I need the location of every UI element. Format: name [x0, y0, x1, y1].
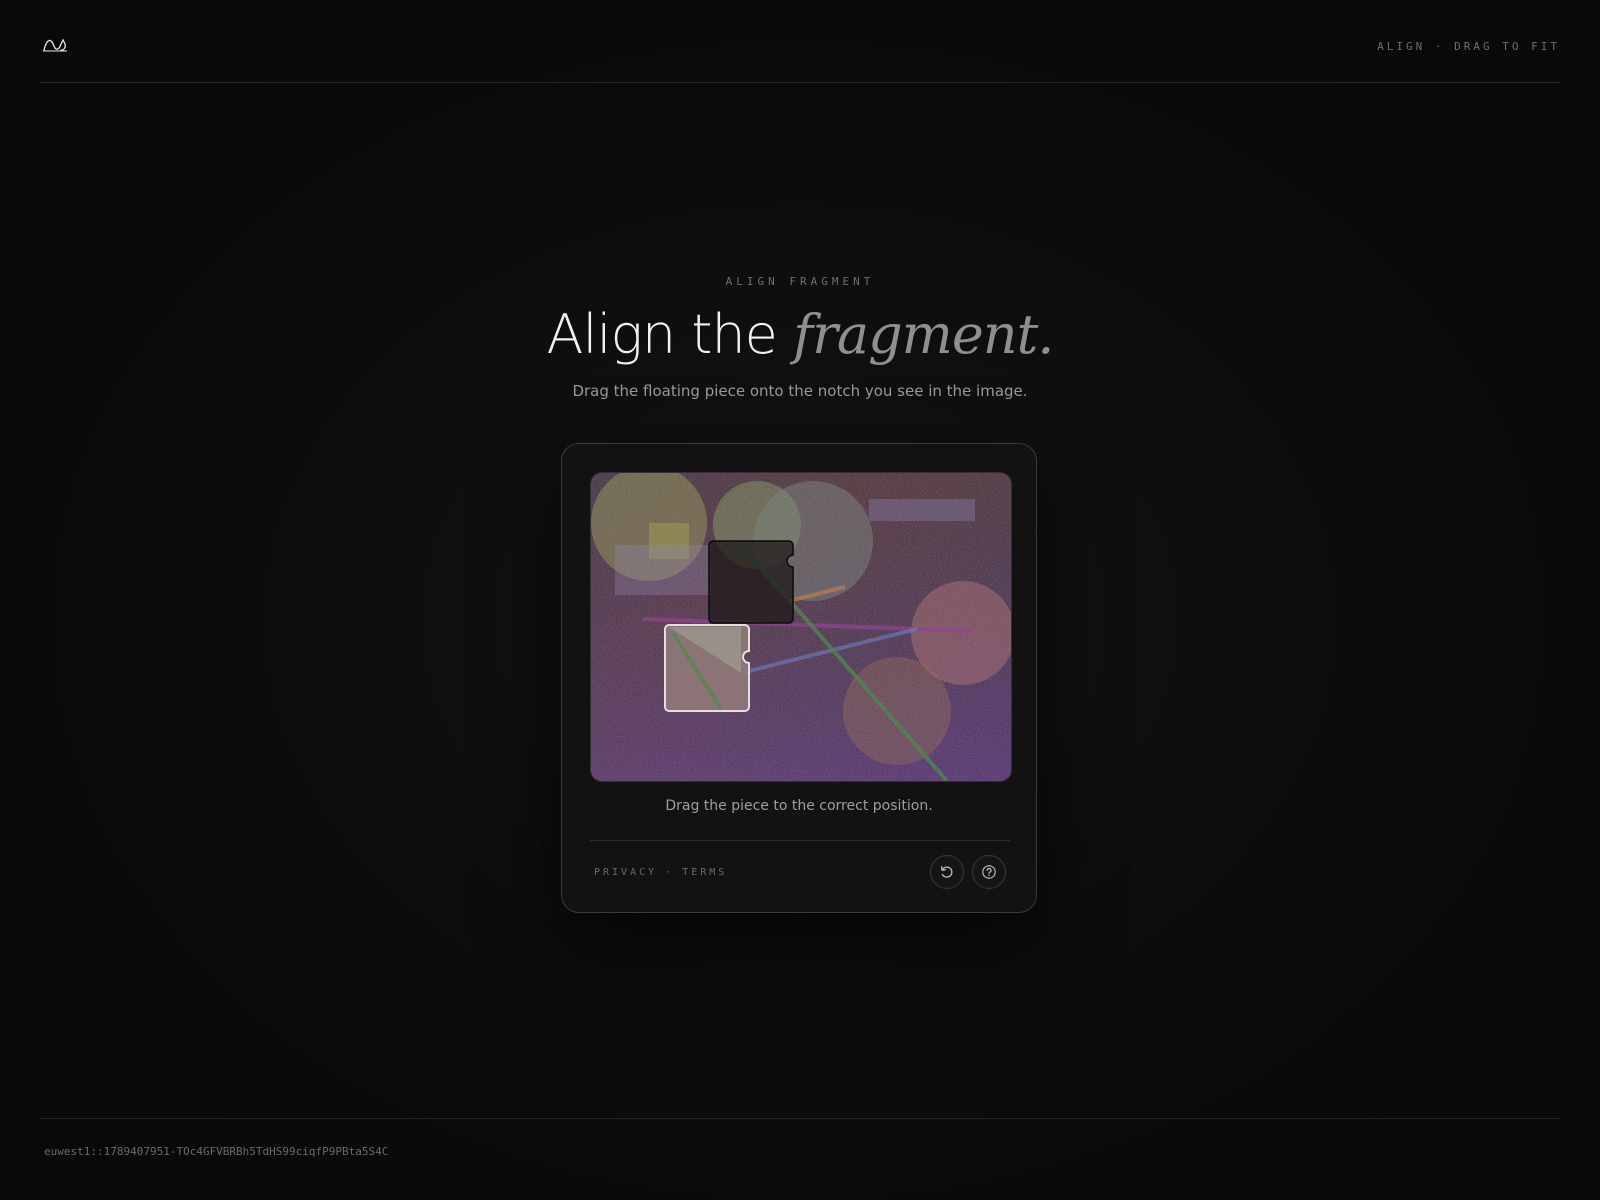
card-divider — [590, 840, 1010, 841]
link-separator: · — [665, 867, 675, 878]
refresh-button[interactable] — [930, 855, 964, 889]
page-title: Align the fragment. — [0, 300, 1600, 370]
puzzle-instruction: Drag the piece to the correct position. — [665, 798, 933, 814]
session-id-text: euwest1::1789407951-TOc4GFVBRBh5TdHS99ci… — [44, 1145, 389, 1158]
header-mode-label: ALIGN · DRAG TO FIT — [1377, 40, 1560, 53]
captcha-card: Drag the piece to the correct position. … — [561, 443, 1037, 913]
header: ALIGN · DRAG TO FIT — [40, 0, 1560, 83]
eyebrow-label: ALIGN FRAGMENT — [725, 275, 875, 288]
draggable-fragment-piece[interactable] — [664, 624, 750, 712]
notch-target-slot — [708, 540, 794, 624]
legal-links: PRIVACY · TERMS — [594, 867, 727, 878]
wave-logo-icon[interactable] — [42, 34, 68, 54]
terms-link[interactable]: TERMS — [682, 867, 727, 878]
privacy-link[interactable]: PRIVACY — [594, 867, 657, 878]
help-button[interactable] — [972, 855, 1006, 889]
page-title-main: Align the — [546, 303, 794, 366]
page-footer: euwest1::1789407951-TOc4GFVBRBh5TdHS99ci… — [40, 1118, 1560, 1158]
puzzle-image — [590, 472, 1012, 782]
puzzle-noise — [591, 473, 1011, 781]
refresh-icon — [940, 866, 953, 878]
page-title-accent: fragment. — [793, 303, 1054, 366]
page-subtitle: Drag the floating piece onto the notch y… — [572, 382, 1028, 400]
help-icon — [982, 865, 996, 879]
